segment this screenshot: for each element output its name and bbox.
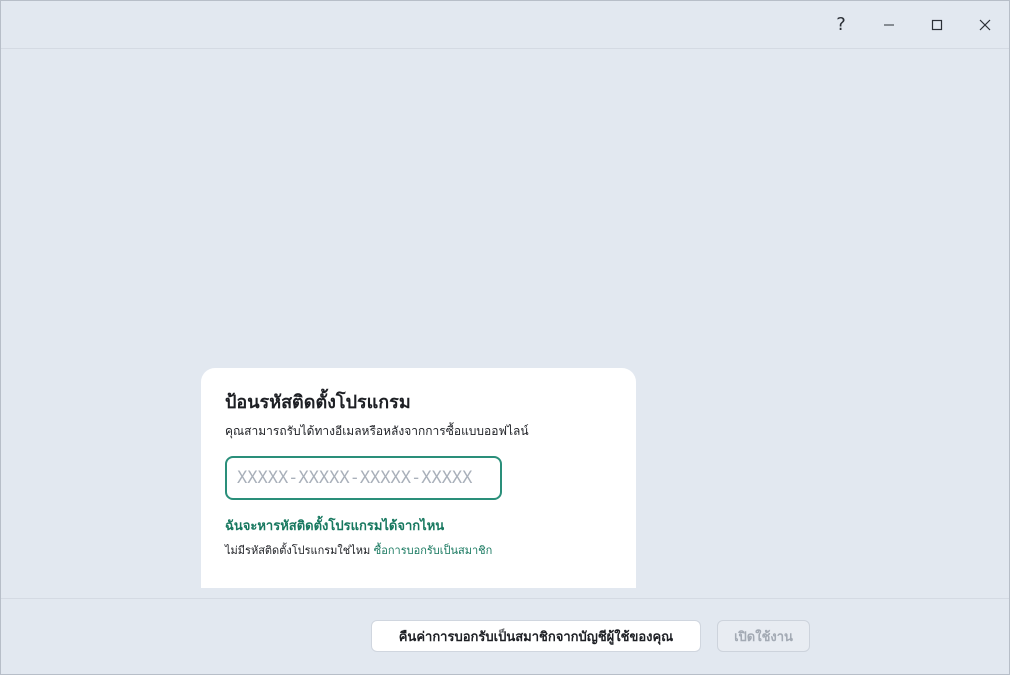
close-button[interactable] [961,1,1009,48]
close-icon [979,19,991,30]
minimize-icon [884,24,894,25]
activation-code-input[interactable] [225,456,502,500]
maximize-icon [931,19,943,30]
card-title: ป้อนรหัสติดตั้งโปรแกรม [225,392,411,413]
maximize-button[interactable] [913,1,961,48]
activation-card: ป้อนรหัสติดตั้งโปรแกรม คุณสามารถรับได้ทา… [201,368,636,588]
restore-subscription-button[interactable]: คืนค่าการบอกรับเป็นสมาชิกจากบัญชีผู้ใช้ข… [371,620,701,652]
footer-bar: คืนค่าการบอกรับเป็นสมาชิกจากบัญชีผู้ใช้ข… [1,598,1009,675]
help-button[interactable]: ? [817,1,865,48]
app-window: ? ป้อนรหัสติดตั้งโปรแกรม คุณสามารถรับได้… [0,0,1010,675]
buy-subscription-link[interactable]: ซื้อการบอกรับเป็นสมาชิก [374,544,493,557]
card-subtitle: คุณสามารถรับได้ทางอีเมลหรือหลังจากการซื้… [225,424,529,438]
title-bar: ? [1,1,1009,49]
no-code-row: ไม่มีรหัสติดตั้งโปรแกรมใช่ไหม ซื้อการบอก… [225,543,612,559]
where-to-find-code-link[interactable]: ฉันจะหารหัสติดตั้งโปรแกรมได้จากไหน [225,518,444,536]
activate-button[interactable]: เปิดใช้งาน [717,620,810,652]
no-code-text: ไม่มีรหัสติดตั้งโปรแกรมใช่ไหม [225,544,371,557]
minimize-button[interactable] [865,1,913,48]
help-icon: ? [836,14,846,35]
